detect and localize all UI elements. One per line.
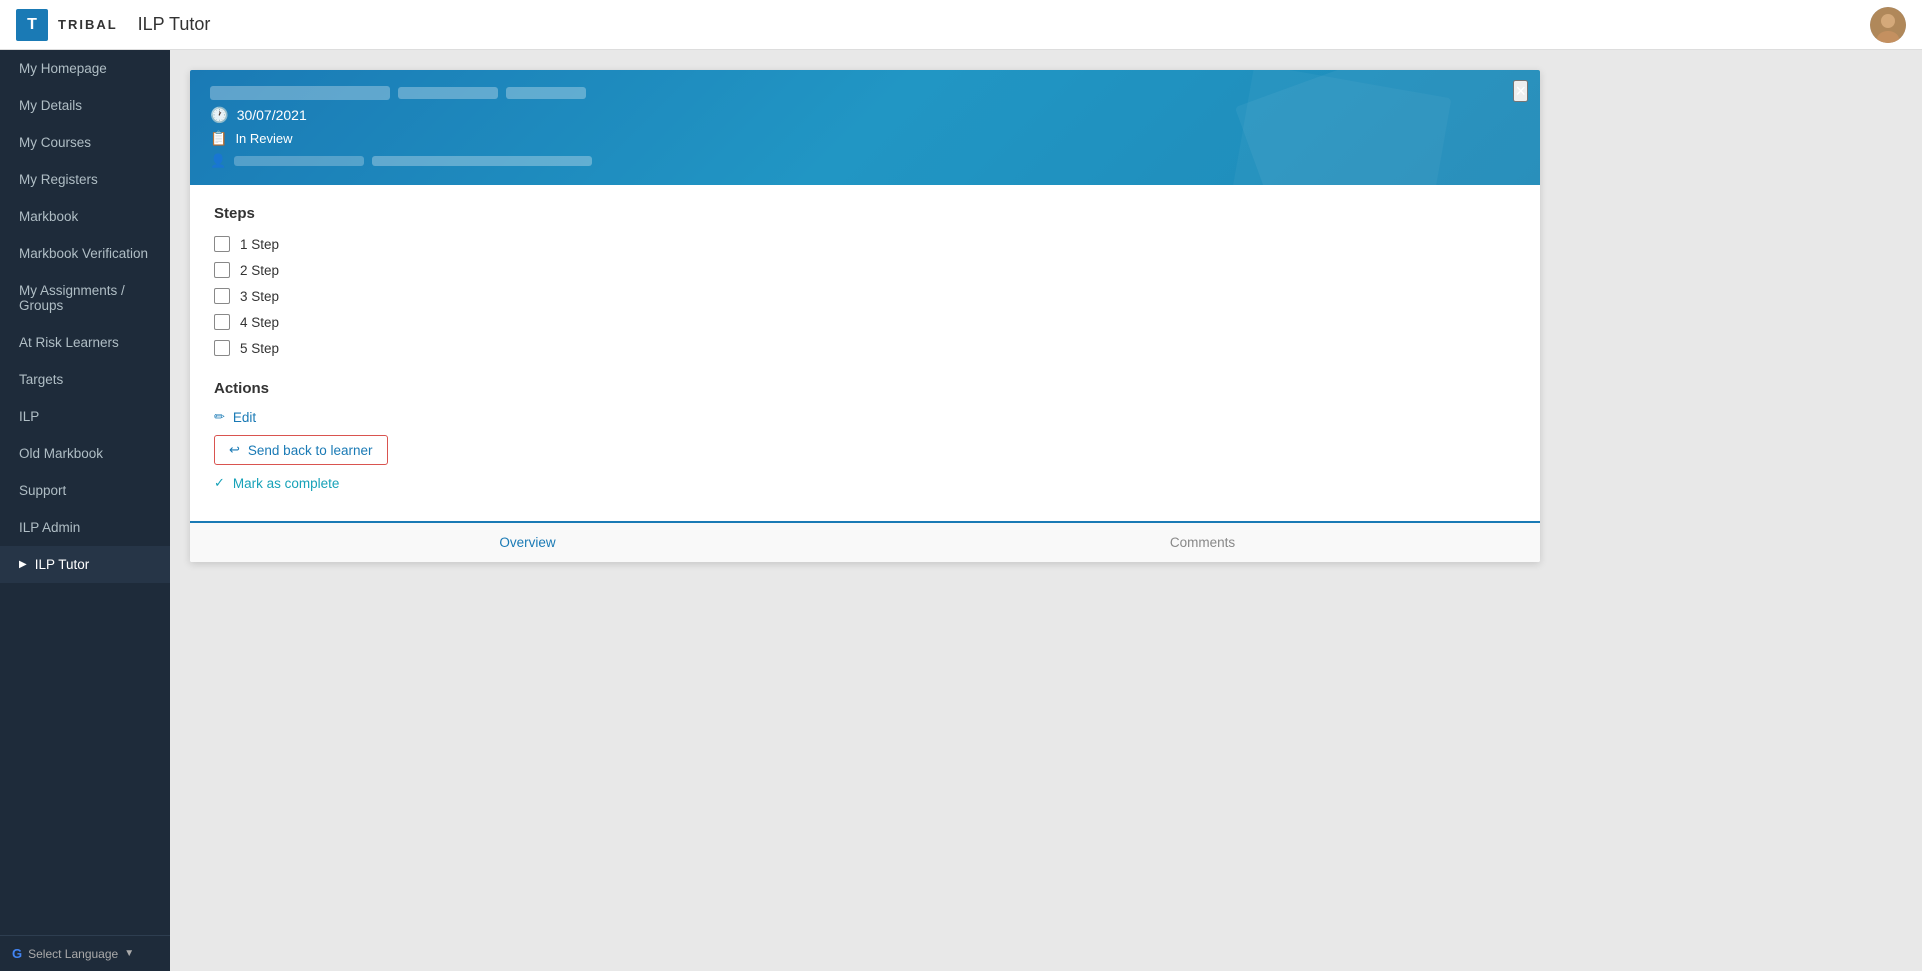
app-title: ILP Tutor	[138, 14, 211, 35]
sidebar-item-my-homepage[interactable]: My Homepage	[0, 50, 170, 87]
main-layout: My Homepage My Details My Courses My Reg…	[0, 50, 1922, 971]
step-label-4: 4 Step	[240, 315, 279, 330]
modal-header-title-row	[210, 86, 1520, 100]
step-item-1: 1 Step	[214, 236, 1516, 252]
modal-header: × 🕐 30/07/2021 📋 In Review	[190, 70, 1540, 185]
step-item-3: 3 Step	[214, 288, 1516, 304]
google-logo: G	[12, 946, 22, 961]
modal-body: Steps 1 Step 2 Step 3 Step	[190, 185, 1540, 521]
avatar[interactable]	[1870, 7, 1906, 43]
content-area: × 🕐 30/07/2021 📋 In Review	[170, 50, 1922, 971]
send-back-label: Send back to learner	[248, 443, 373, 458]
sidebar-item-my-assignments-groups[interactable]: My Assignments / Groups	[0, 272, 170, 324]
sidebar-item-old-markbook[interactable]: Old Markbook	[0, 435, 170, 472]
sidebar-item-label: Markbook Verification	[19, 246, 148, 261]
sidebar-item-my-details[interactable]: My Details	[0, 87, 170, 124]
step-label-2: 2 Step	[240, 263, 279, 278]
modal-tabs: Overview Comments	[190, 521, 1540, 562]
modal-tag-blurred	[506, 87, 586, 99]
logo-letter: T	[16, 9, 48, 41]
step-item-5: 5 Step	[214, 340, 1516, 356]
action-edit[interactable]: ✏ Edit	[214, 409, 1516, 425]
sidebar-item-label: ILP	[19, 409, 39, 424]
sidebar-item-label: At Risk Learners	[19, 335, 119, 350]
app-logo: T TRIBAL	[16, 9, 118, 41]
dropdown-icon: ▼	[124, 948, 134, 959]
actions-title: Actions	[214, 380, 1516, 397]
sidebar-item-label: My Registers	[19, 172, 98, 187]
steps-list: 1 Step 2 Step 3 Step 4 Step	[214, 236, 1516, 356]
step-item-2: 2 Step	[214, 262, 1516, 278]
sidebar-item-targets[interactable]: Targets	[0, 361, 170, 398]
modal-close-button[interactable]: ×	[1513, 80, 1528, 102]
sidebar-item-at-risk-learners[interactable]: At Risk Learners	[0, 324, 170, 361]
modal-card: × 🕐 30/07/2021 📋 In Review	[190, 70, 1540, 562]
send-back-icon: ↩	[229, 442, 240, 458]
modal-date-row: 🕐 30/07/2021	[210, 106, 1520, 124]
mark-complete-link[interactable]: Mark as complete	[233, 476, 340, 491]
step-checkbox-5[interactable]	[214, 340, 230, 356]
sidebar-item-my-registers[interactable]: My Registers	[0, 161, 170, 198]
send-back-button[interactable]: ↩ Send back to learner	[214, 435, 388, 465]
sidebar-item-support[interactable]: Support	[0, 472, 170, 509]
arrow-right-icon: ▶	[19, 559, 27, 570]
step-checkbox-1[interactable]	[214, 236, 230, 252]
sidebar-item-label: Markbook	[19, 209, 78, 224]
user-info-blurred	[372, 156, 592, 166]
edit-link[interactable]: Edit	[233, 410, 256, 425]
sidebar-item-label: My Courses	[19, 135, 91, 150]
modal-user-row: 👤	[210, 153, 1520, 169]
modal-status-row: 📋 In Review	[210, 130, 1520, 147]
sidebar-item-markbook[interactable]: Markbook	[0, 198, 170, 235]
modal-date: 30/07/2021	[237, 107, 307, 123]
check-icon: ✓	[214, 475, 225, 491]
user-icon: 👤	[210, 153, 226, 169]
sidebar-item-label: My Homepage	[19, 61, 107, 76]
sidebar-item-label: Targets	[19, 372, 63, 387]
sidebar-item-ilp[interactable]: ILP	[0, 398, 170, 435]
sidebar-item-markbook-verification[interactable]: Markbook Verification	[0, 235, 170, 272]
step-item-4: 4 Step	[214, 314, 1516, 330]
step-checkbox-4[interactable]	[214, 314, 230, 330]
steps-title: Steps	[214, 205, 1516, 222]
action-send-back[interactable]: ↩ Send back to learner	[214, 435, 1516, 465]
step-checkbox-3[interactable]	[214, 288, 230, 304]
logo-name: TRIBAL	[58, 17, 118, 32]
sidebar-item-label: My Details	[19, 98, 82, 113]
action-mark-complete[interactable]: ✓ Mark as complete	[214, 475, 1516, 491]
sidebar-item-my-courses[interactable]: My Courses	[0, 124, 170, 161]
modal-status: In Review	[235, 131, 292, 146]
user-name-blurred	[234, 156, 364, 166]
modal-subtitle-blurred	[398, 87, 498, 99]
step-checkbox-2[interactable]	[214, 262, 230, 278]
edit-icon: ✏	[214, 409, 225, 425]
topbar: T TRIBAL ILP Tutor	[0, 0, 1922, 50]
sidebar-item-ilp-admin[interactable]: ILP Admin	[0, 509, 170, 546]
sidebar-item-label: My Assignments / Groups	[19, 283, 154, 313]
clock-icon: 🕐	[210, 106, 229, 124]
modal-title-blurred	[210, 86, 390, 100]
tab-comments[interactable]: Comments	[865, 523, 1540, 562]
sidebar: My Homepage My Details My Courses My Reg…	[0, 50, 170, 971]
select-language-label: Select Language	[28, 947, 118, 961]
sidebar-item-ilp-tutor[interactable]: ▶ ILP Tutor	[0, 546, 170, 583]
status-icon: 📋	[210, 130, 227, 147]
sidebar-item-label: Support	[19, 483, 66, 498]
step-label-3: 3 Step	[240, 289, 279, 304]
sidebar-footer[interactable]: G Select Language ▼	[0, 935, 170, 971]
sidebar-item-label: ILP Admin	[19, 520, 80, 535]
step-label-1: 1 Step	[240, 237, 279, 252]
step-label-5: 5 Step	[240, 341, 279, 356]
sidebar-item-label: ILP Tutor	[35, 557, 90, 572]
tab-overview[interactable]: Overview	[190, 523, 865, 562]
sidebar-item-label: Old Markbook	[19, 446, 103, 461]
